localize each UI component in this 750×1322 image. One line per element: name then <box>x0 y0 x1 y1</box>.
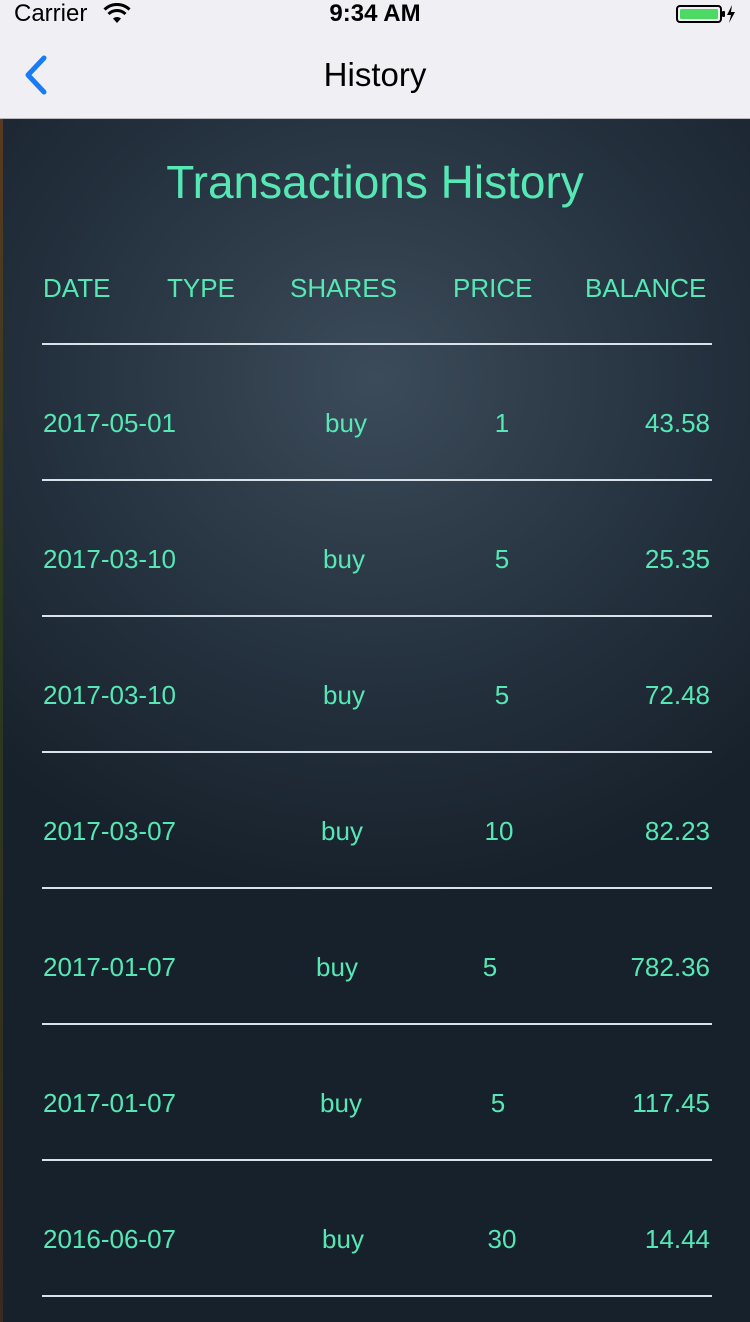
row-type: buy <box>322 1224 364 1254</box>
row-date: 2017-03-10 <box>43 544 176 574</box>
table-row[interactable]: 2016-06-07 buy 30 14.44 <box>0 1223 750 1257</box>
row-date: 2017-03-07 <box>43 816 176 846</box>
row-divider <box>42 615 712 617</box>
table-row[interactable]: 2017-03-10 buy 5 72.48 <box>0 679 750 713</box>
row-balance: 117.45 <box>632 1088 710 1118</box>
header-divider <box>42 343 712 345</box>
status-bar: Carrier 9:34 AM <box>0 0 750 40</box>
row-balance: 82.23 <box>644 816 710 846</box>
row-type: buy <box>320 1088 362 1118</box>
row-price: 5 <box>482 952 498 982</box>
table-row[interactable]: 2017-01-07 buy 5 117.45 <box>0 1087 750 1121</box>
row-balance: 14.44 <box>644 1224 710 1254</box>
row-type: buy <box>321 816 363 846</box>
history-content: Transactions History DATE TYPE SHARES PR… <box>0 119 750 1322</box>
row-type: buy <box>316 952 358 982</box>
row-price: 5 <box>494 544 510 574</box>
row-date: 2017-03-10 <box>43 680 176 710</box>
row-price: 1 <box>494 408 510 438</box>
header-balance: BALANCE <box>585 273 707 303</box>
row-balance: 43.58 <box>644 408 710 438</box>
navigation-bar: History <box>0 40 750 119</box>
row-divider <box>42 751 712 753</box>
row-divider <box>42 479 712 481</box>
table-row[interactable]: 2017-03-07 buy 10 82.23 <box>0 815 750 849</box>
header-type: TYPE <box>167 273 235 303</box>
row-balance: 72.48 <box>644 680 710 710</box>
row-price: 10 <box>484 816 514 846</box>
row-type: buy <box>323 680 365 710</box>
row-type: buy <box>323 544 365 574</box>
row-divider <box>42 1023 712 1025</box>
header-price: PRICE <box>453 273 533 303</box>
row-price: 5 <box>494 680 510 710</box>
nav-title: History <box>323 56 427 93</box>
clock: 9:34 AM <box>329 0 421 27</box>
row-price: 30 <box>487 1224 517 1254</box>
row-divider <box>42 887 712 889</box>
header-shares: SHARES <box>290 273 397 303</box>
row-date: 2017-05-01 <box>43 408 176 438</box>
table-header: DATE TYPE SHARES PRICE BALANCE <box>0 272 750 306</box>
row-date: 2016-06-07 <box>43 1224 176 1254</box>
page-title: Transactions History <box>166 156 584 208</box>
header-date: DATE <box>43 273 111 303</box>
table-row[interactable]: 2017-05-01 buy 1 43.58 <box>0 407 750 441</box>
row-type: buy <box>325 408 367 438</box>
row-divider <box>42 1159 712 1161</box>
row-date: 2017-01-07 <box>43 1088 176 1118</box>
table-row[interactable]: 2017-03-10 buy 5 25.35 <box>0 543 750 577</box>
row-balance: 25.35 <box>644 544 710 574</box>
row-divider <box>42 1295 712 1297</box>
table-row[interactable]: 2017-01-07 buy 5 782.36 <box>0 951 750 985</box>
row-date: 2017-01-07 <box>43 952 176 982</box>
battery-icon <box>676 5 735 23</box>
row-balance: 782.36 <box>630 952 710 982</box>
row-price: 5 <box>490 1088 506 1118</box>
